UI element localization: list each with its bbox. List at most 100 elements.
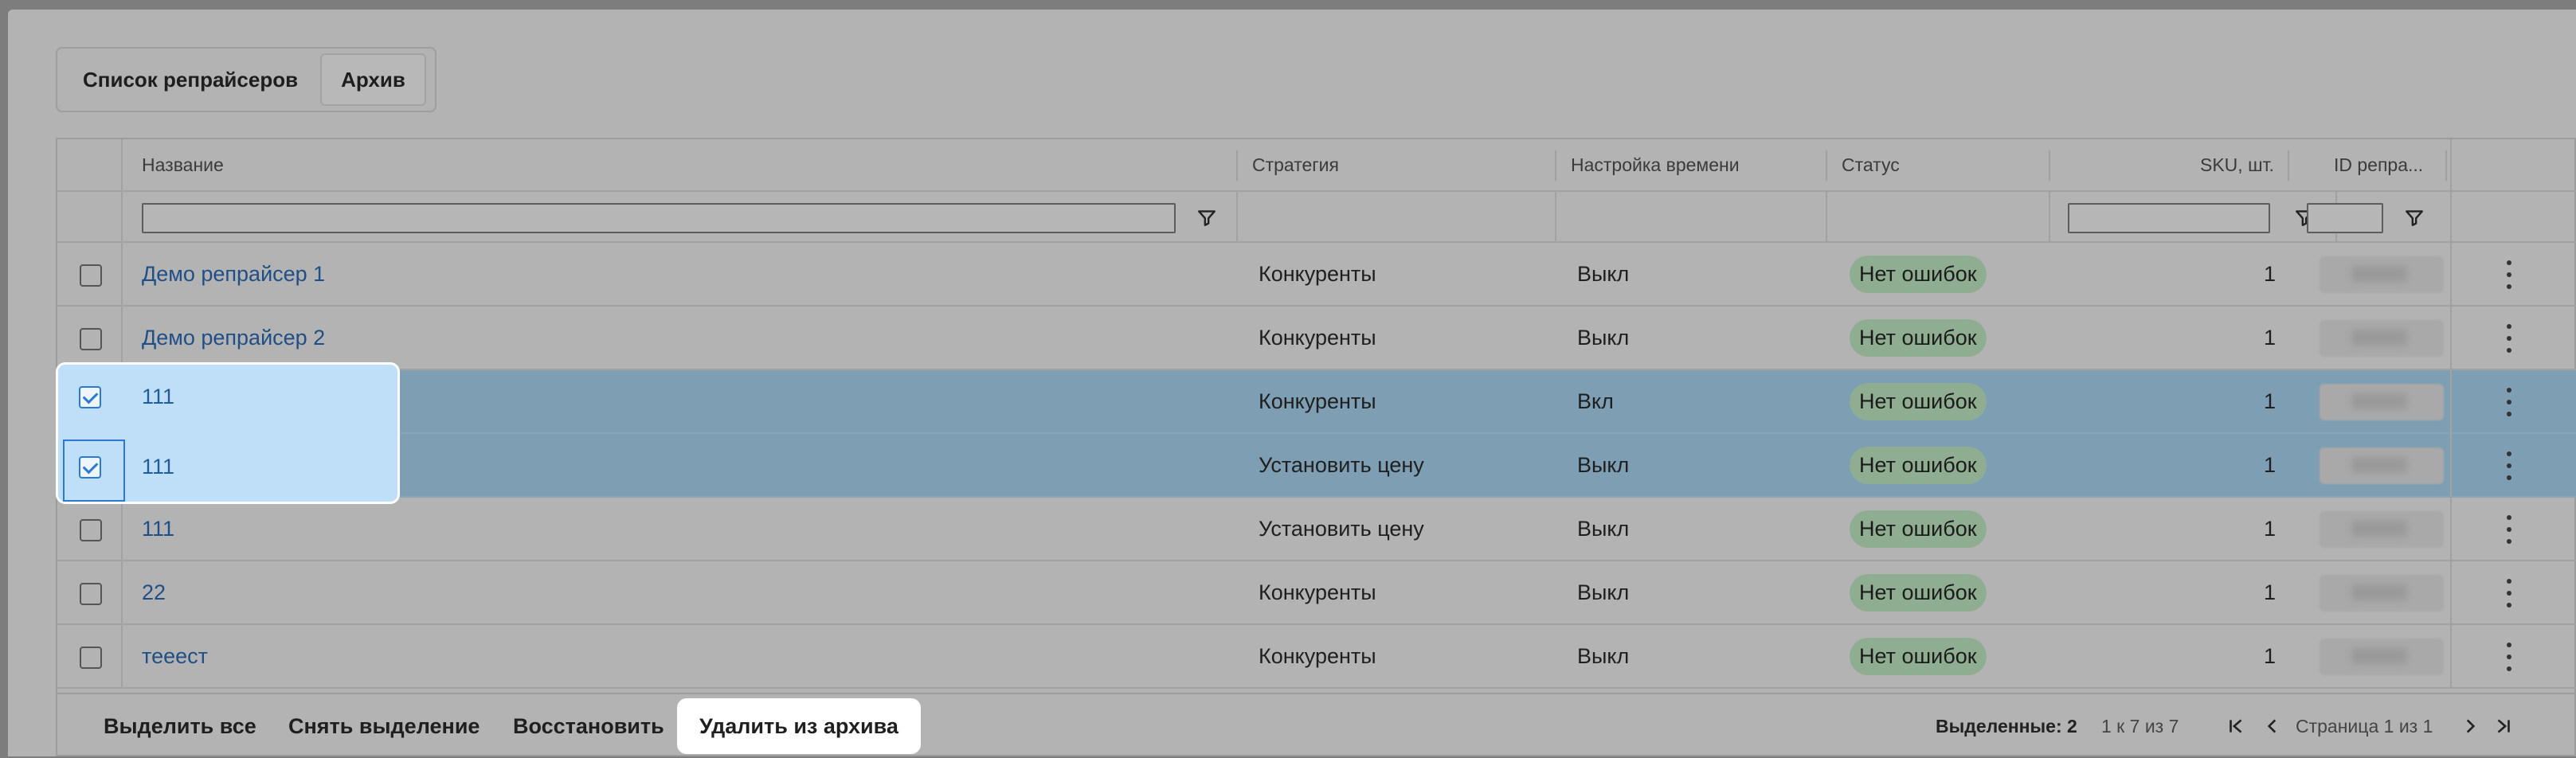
time-setting-cell: Вкл [1577,389,1614,413]
status-badge: Нет ошибок [1850,318,1987,357]
strategy-cell: Конкуренты [1259,325,1376,350]
status-badge: Нет ошибок [1850,255,1987,293]
column-divider [121,625,123,687]
strategy-cell: Конкуренты [1259,643,1376,668]
col-header-sku[interactable]: SKU, шт. [2200,139,2274,190]
page-range: 1 к 7 из 7 [2101,715,2179,737]
page-indicator: Страница 1 из 1 [2296,715,2433,737]
row-checkbox[interactable] [79,386,101,408]
column-divider [2450,192,2452,241]
repricer-name-link[interactable]: 22 [142,580,166,605]
repricer-id-redacted [2320,575,2444,611]
column-divider [121,561,123,623]
first-page-icon[interactable] [2226,716,2246,737]
table-row[interactable]: 111 Установить цену Выкл Нет ошибок 1 [57,434,2576,498]
row-checkbox[interactable] [79,456,101,479]
column-divider [1555,192,1556,241]
more-vertical-icon[interactable] [2501,324,2517,353]
table-row[interactable]: 111 Установить цену Выкл Нет ошибок 1 [57,498,2576,561]
repricers-grid: Название Стратегия Настройка времени Ста… [56,138,2576,756]
repricer-id-redacted [2320,511,2444,548]
sku-filter-input[interactable] [2068,203,2270,233]
table-row[interactable]: 22 Конкуренты Выкл Нет ошибок 1 [57,561,2576,625]
column-resize-handle[interactable] [1826,150,1827,181]
column-divider [2450,243,2452,305]
id-filter-input[interactable] [2307,203,2383,233]
tab-archive[interactable]: Архив [320,53,426,106]
repricer-name-link[interactable]: 111 [142,517,174,541]
select-all-button[interactable]: Выделить все [104,694,256,758]
col-header-strategy[interactable]: Стратегия [1252,139,1339,190]
time-setting-cell: Выкл [1577,325,1630,350]
repricer-name-link[interactable]: Демо репрайсер 2 [142,326,325,350]
column-resize-handle[interactable] [2288,150,2289,181]
repricer-id-redacted [2320,639,2444,675]
selected-value: 2 [2067,715,2077,737]
sku-cell: 1 [2264,452,2277,477]
more-vertical-icon[interactable] [2501,643,2517,671]
delete-from-archive-button[interactable]: Удалить из архива [677,698,921,754]
deselect-button[interactable]: Снять выделение [288,694,480,758]
column-resize-handle[interactable] [1236,150,1238,181]
repricer-name-link[interactable]: тееест [142,644,208,669]
col-header-id[interactable]: ID репра... [2334,139,2423,190]
view-tabs: Список репрайсеров Архив [56,47,437,112]
sku-cell: 1 [2264,516,2277,541]
more-vertical-icon[interactable] [2501,451,2517,480]
filter-icon[interactable] [2404,207,2425,228]
repricer-id-redacted [2320,256,2444,293]
filter-icon[interactable] [1196,207,1217,228]
repricer-name-link[interactable]: 111 [142,365,174,428]
column-resize-handle[interactable] [1555,150,1556,181]
prev-page-icon[interactable] [2262,716,2283,737]
column-divider [121,498,123,560]
status-badge: Нет ошибок [1850,382,1987,420]
column-divider [121,243,123,305]
column-divider [2450,498,2452,560]
next-page-icon[interactable] [2460,716,2480,737]
row-checkbox[interactable] [80,519,102,541]
time-setting-cell: Выкл [1577,580,1630,604]
column-divider [2450,561,2452,623]
col-header-name[interactable]: Название [142,139,224,190]
row-checkbox[interactable] [80,328,102,350]
restore-button[interactable]: Восстановить [513,694,664,758]
strategy-cell: Конкуренты [1259,389,1376,413]
repricer-name-link[interactable]: 111 [142,435,174,498]
name-filter-input[interactable] [142,203,1176,233]
last-page-icon[interactable] [2493,716,2514,737]
column-divider [2450,625,2452,687]
table-row[interactable]: Демо репрайсер 1 Конкуренты Выкл Нет оши… [57,243,2576,307]
column-resize-handle[interactable] [2445,150,2447,181]
sku-cell: 1 [2264,261,2277,286]
highlight-row: 111 [58,365,397,428]
repricer-name-link[interactable]: Демо репрайсер 1 [142,262,325,287]
more-vertical-icon[interactable] [2501,579,2517,608]
selected-rows-highlight: 111 111 [56,362,400,504]
repricer-id-redacted [2320,384,2444,420]
row-checkbox[interactable] [80,583,102,605]
time-setting-cell: Выкл [1577,516,1630,541]
col-header-status[interactable]: Статус [1842,139,1900,190]
row-checkbox[interactable] [80,264,102,287]
more-vertical-icon[interactable] [2501,515,2517,544]
status-badge: Нет ошибок [1850,573,1987,611]
table-row[interactable]: тееест Конкуренты Выкл Нет ошибок 1 [57,625,2576,689]
column-divider [2450,307,2452,369]
strategy-cell: Установить цену [1259,516,1424,541]
column-resize-handle[interactable] [2049,150,2050,181]
col-header-time[interactable]: Настройка времени [1571,139,1740,190]
tab-repricer-list[interactable]: Список репрайсеров [57,53,320,106]
repricer-id-redacted [2320,320,2444,357]
column-divider [1826,192,1827,241]
table-row[interactable]: Демо репрайсер 2 Конкуренты Выкл Нет оши… [57,307,2576,370]
strategy-cell: Конкуренты [1259,261,1376,286]
column-divider [2450,139,2452,190]
selected-label: Выделенные: [1936,715,2062,737]
more-vertical-icon[interactable] [2501,260,2517,289]
more-vertical-icon[interactable] [2501,388,2517,416]
sku-cell: 1 [2264,580,2277,604]
column-divider [2049,192,2050,241]
row-checkbox[interactable] [80,647,102,669]
table-row[interactable]: 111 Конкуренты Вкл Нет ошибок 1 [57,370,2576,434]
